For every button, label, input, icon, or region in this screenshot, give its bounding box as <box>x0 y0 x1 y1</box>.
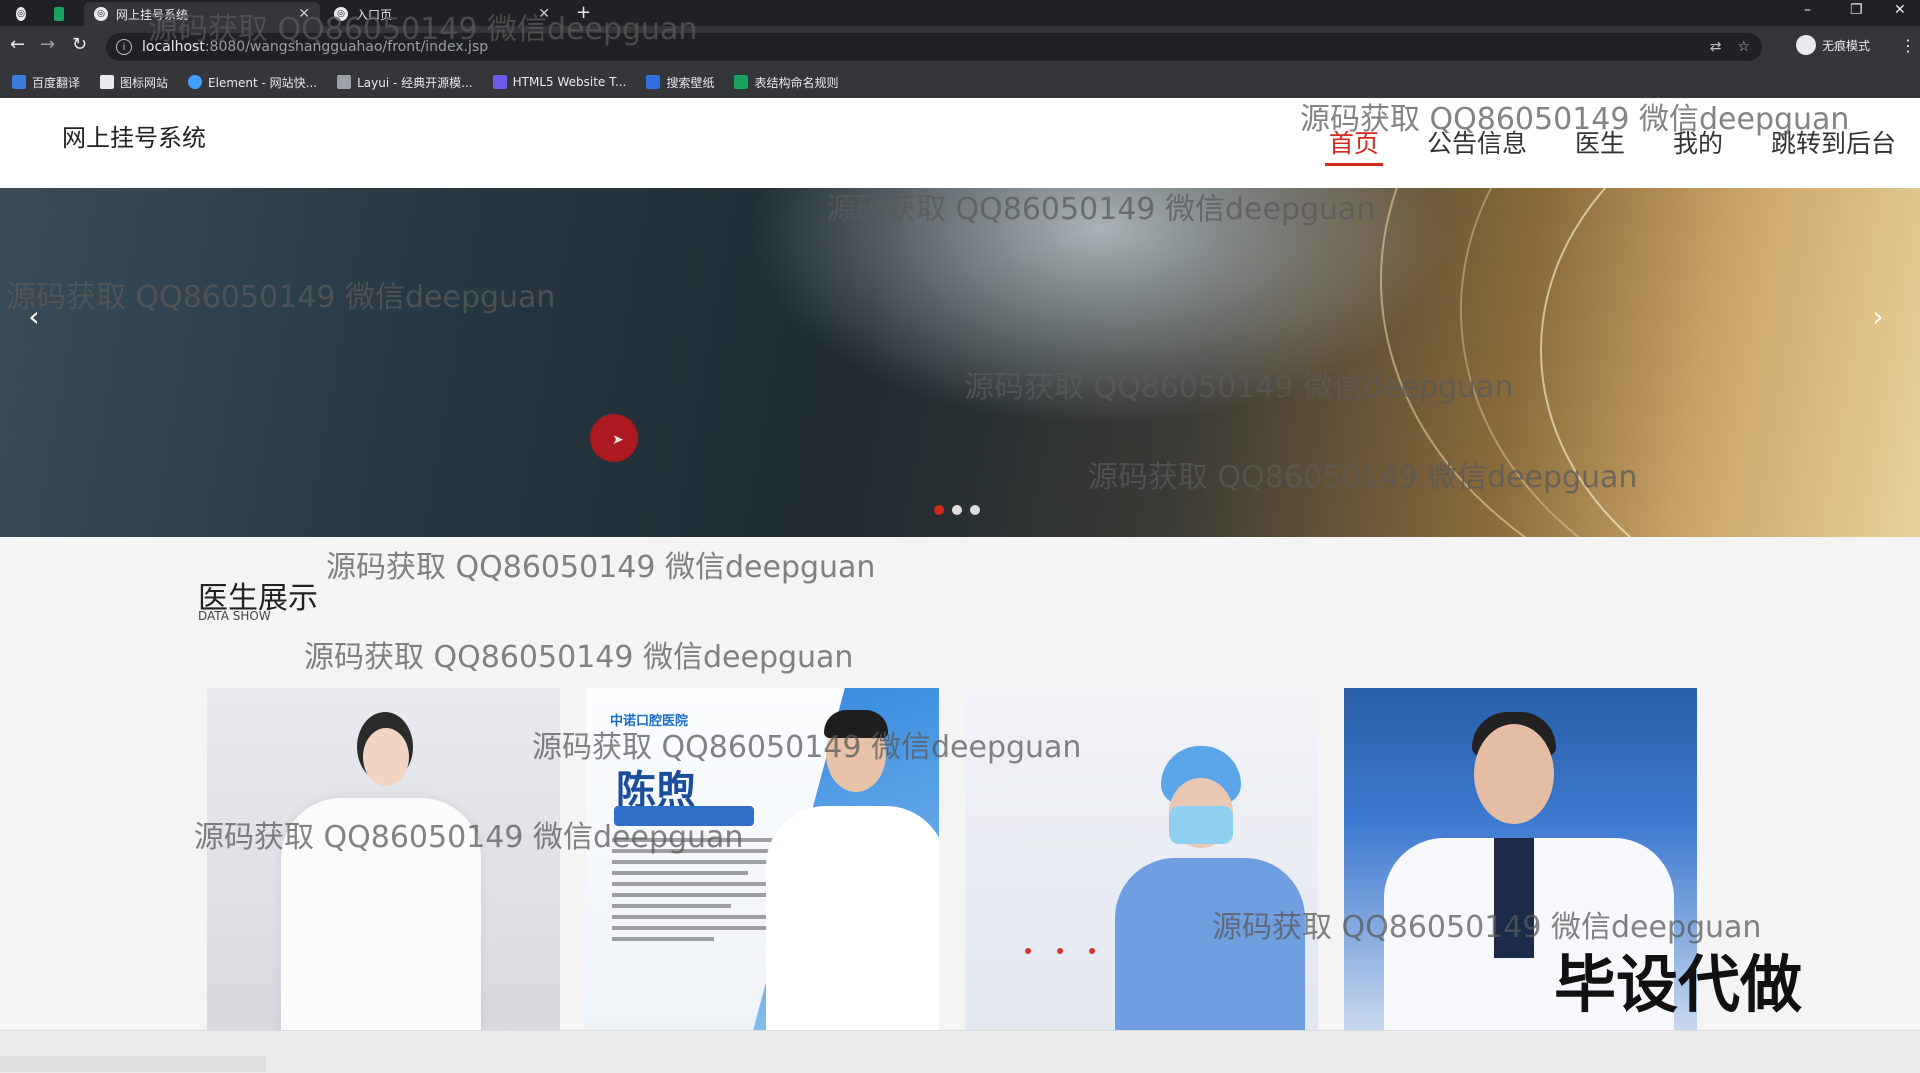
section-subtitle: DATA SHOW <box>198 609 271 623</box>
bookmark-item[interactable]: 表结构命名规则 <box>734 74 838 91</box>
close-icon[interactable]: ✕ <box>298 6 310 22</box>
tab-1[interactable]: ◎ 网上挂号系统 ✕ <box>84 2 320 26</box>
banner-carousel: ‹ › ➤ <box>0 188 1920 537</box>
carousel-dots <box>934 505 980 515</box>
doctor-coat <box>766 806 939 1030</box>
bookmark-favicon-icon <box>734 75 749 89</box>
close-icon[interactable]: ✕ <box>538 6 550 22</box>
globe-icon: ◎ <box>16 7 26 21</box>
translate-icon[interactable]: ⇄ <box>1710 39 1722 55</box>
back-icon[interactable]: ← <box>10 34 25 55</box>
tab-pinned-1[interactable]: ◎ <box>6 2 36 26</box>
doctor-card[interactable]: 中诺口腔医院 陈煦 <box>586 688 939 1030</box>
doctor-face <box>1474 724 1554 824</box>
bookmark-label: HTML5 Website T... <box>512 75 627 89</box>
mouse-cursor-highlight: ➤ <box>590 414 638 462</box>
bookmarks-bar: 百度翻译 图标网站 Element - 网站快... Layui - 经典开源模… <box>0 66 1920 98</box>
nav-announcements[interactable]: 公告信息 <box>1423 124 1531 166</box>
bookmark-favicon-icon <box>492 75 507 89</box>
carousel-prev-icon[interactable]: ‹ <box>16 296 52 336</box>
sheet-icon <box>54 7 64 21</box>
nav-mine[interactable]: 我的 <box>1669 124 1727 166</box>
forward-icon[interactable]: → <box>40 34 55 55</box>
watermark-text: 源码获取 QQ86050149 微信deepguan <box>326 550 876 585</box>
doctor-gown <box>1115 858 1305 1030</box>
doctor-hair <box>824 710 888 738</box>
machine-lights <box>1025 948 1095 954</box>
bookmark-label: 表结构命名规则 <box>754 75 839 90</box>
info-icon[interactable]: i <box>116 39 132 55</box>
surgical-mask <box>1169 806 1233 844</box>
doctor-card[interactable] <box>965 688 1318 1030</box>
bookmark-label: 搜索壁纸 <box>666 75 715 90</box>
nav-home[interactable]: 首页 <box>1324 124 1383 166</box>
tab-pinned-2[interactable] <box>44 2 74 26</box>
banner-decoration <box>1540 188 1920 537</box>
watermark-text: 源码获取 QQ86050149 微信deepguan <box>304 640 854 675</box>
new-tab-icon[interactable]: + <box>576 2 591 23</box>
reload-icon[interactable]: ↻ <box>72 34 87 55</box>
url-host: localhost <box>142 39 205 55</box>
doctor-face <box>363 728 409 786</box>
corner-watermark: 毕设代做 <box>1554 948 1803 1021</box>
menu-icon[interactable]: ⋮ <box>1900 36 1916 55</box>
bookmark-label: 百度翻译 <box>32 75 81 90</box>
window-close-icon[interactable]: ✕ <box>1894 2 1906 18</box>
star-icon[interactable]: ☆ <box>1737 39 1750 55</box>
site-header: 网上挂号系统 首页 公告信息 医生 我的 跳转到后台 <box>0 98 1920 188</box>
carousel-dot[interactable] <box>934 505 944 515</box>
doctor-tie <box>1494 838 1534 958</box>
bookmark-label: Element - 网站快... <box>208 75 318 90</box>
globe-icon: ◎ <box>334 7 348 21</box>
poster-hospital: 中诺口腔医院 <box>610 714 689 729</box>
url-path: :8080/wangshangguahao/front/index.jsp <box>204 39 489 55</box>
url-input[interactable]: i localhost:8080/wangshangguahao/front/i… <box>106 33 1762 61</box>
tab-title: 入口页 <box>356 7 393 22</box>
minimize-icon[interactable]: – <box>1804 2 1811 18</box>
bookmark-item[interactable]: Layui - 经典开源模... <box>337 74 473 91</box>
nav-doctors[interactable]: 医生 <box>1571 124 1629 166</box>
cursor-icon: ➤ <box>612 432 624 448</box>
address-bar-row: ← → ↻ i localhost:8080/wangshangguahao/f… <box>0 26 1920 66</box>
carousel-next-icon[interactable]: › <box>1860 296 1896 336</box>
bookmark-favicon-icon <box>12 75 26 89</box>
carousel-dot[interactable] <box>970 505 980 515</box>
bookmark-label: 图标网站 <box>120 75 169 90</box>
bookmark-label: Layui - 经典开源模... <box>357 75 473 90</box>
bookmark-item[interactable]: Element - 网站快... <box>188 74 317 91</box>
status-bar <box>0 1056 266 1072</box>
poster-bar <box>614 806 754 826</box>
bookmark-favicon-icon <box>188 75 203 89</box>
bookmark-favicon-icon <box>337 75 352 89</box>
bookmark-favicon-icon <box>646 75 661 89</box>
doctor-card[interactable] <box>207 688 560 1030</box>
bookmark-item[interactable]: 百度翻译 <box>12 74 80 91</box>
tab-title: 网上挂号系统 <box>116 7 189 22</box>
restore-icon[interactable]: ❐ <box>1850 2 1863 18</box>
carousel-dot[interactable] <box>952 505 962 515</box>
incognito-icon <box>1796 35 1816 55</box>
browser-tabstrip: ◎ ◎ 网上挂号系统 ✕ ◎ 入口页 ✕ + – ❐ ✕ <box>0 0 1920 26</box>
bookmark-item[interactable]: 搜索壁纸 <box>646 74 714 91</box>
bookmark-item[interactable]: 图标网站 <box>100 74 168 91</box>
page-bottom-strip <box>0 1030 1920 1073</box>
doctor-cards: 中诺口腔医院 陈煦 <box>207 688 1697 1030</box>
globe-icon: ◎ <box>94 7 108 21</box>
main-nav: 首页 公告信息 医生 我的 跳转到后台 <box>1324 124 1900 166</box>
nav-admin[interactable]: 跳转到后台 <box>1767 124 1900 166</box>
site-title: 网上挂号系统 <box>62 124 206 152</box>
poster-text-block <box>612 838 782 948</box>
tab-2[interactable]: ◎ 入口页 ✕ <box>324 2 560 26</box>
profile-label: 无痕模式 <box>1822 38 1871 53</box>
bookmark-item[interactable]: HTML5 Website T... <box>492 75 627 89</box>
doctor-coat <box>281 798 481 1030</box>
bookmark-favicon-icon <box>100 75 115 89</box>
profile-button[interactable]: 无痕模式 <box>1796 35 1870 55</box>
